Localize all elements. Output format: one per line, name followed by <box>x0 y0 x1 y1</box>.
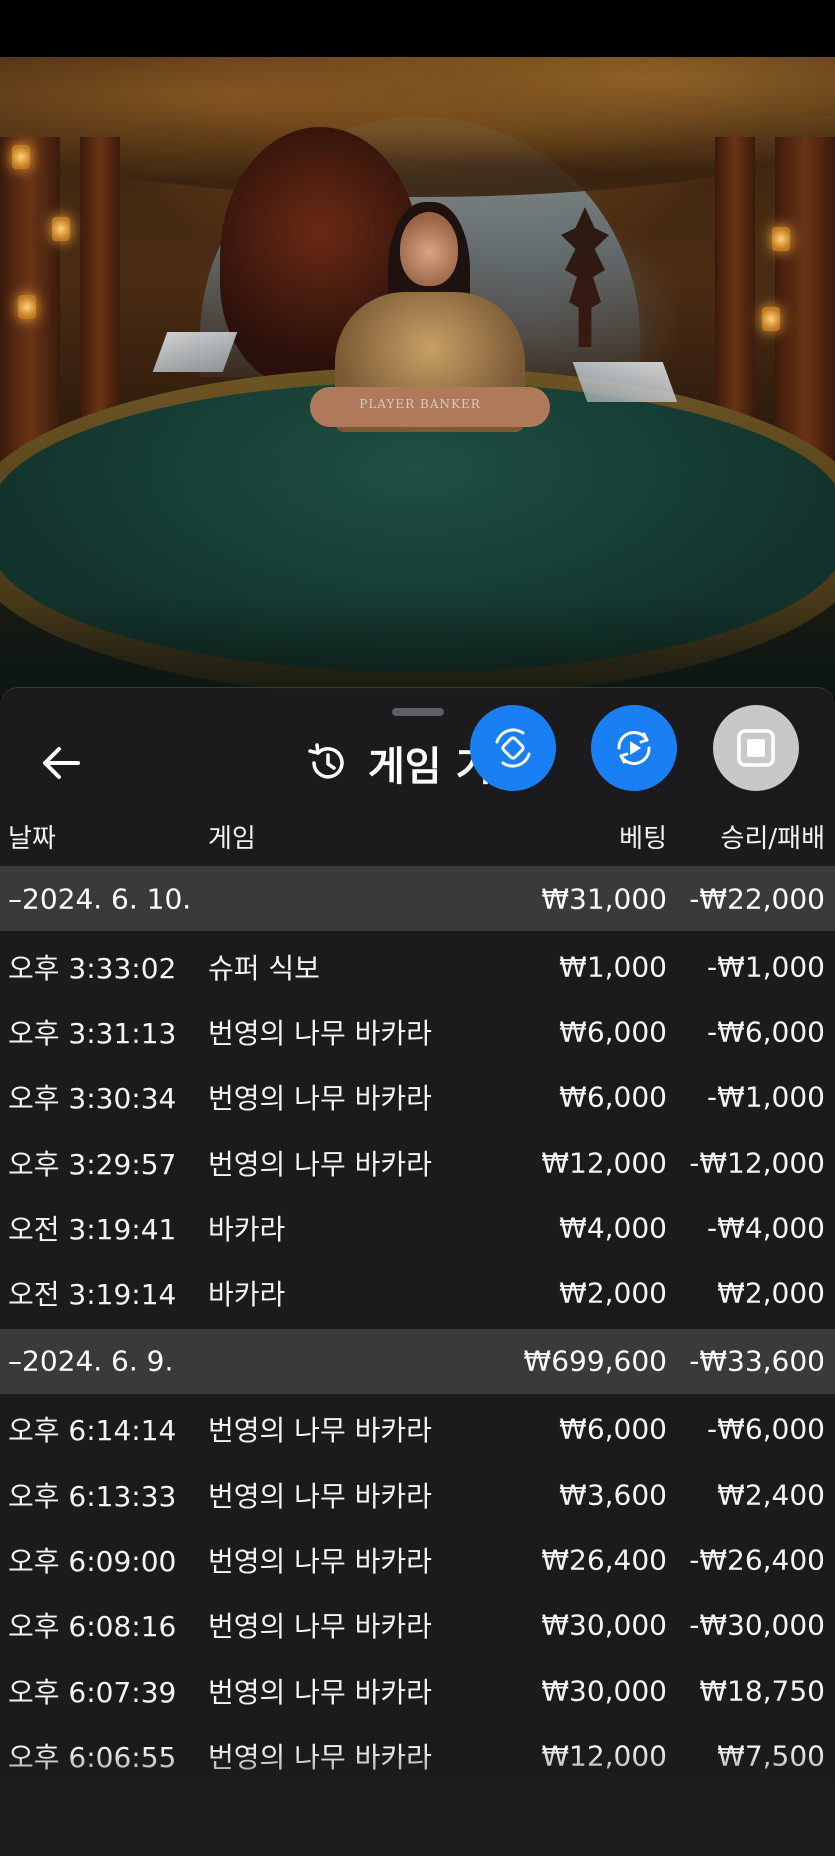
column-header-bet: 베팅 <box>619 824 667 854</box>
table-row[interactable]: 오후 3:33:02 슈퍼 식보 ₩1,000 -₩1,000 <box>0 934 835 999</box>
row-game: 바카라 <box>208 1212 286 1246</box>
game-history-panel: 게임 기록 날짜 게임 베팅 승리/패배 –2024. 6. 10. ₩31,0… <box>0 687 835 1856</box>
stop-button[interactable] <box>713 705 799 791</box>
card-shoe-left <box>152 332 238 372</box>
card-shoe-right <box>572 362 678 402</box>
row-time: 오후 6:07:39 <box>8 1675 177 1709</box>
row-time: 오후 3:31:13 <box>8 1016 177 1050</box>
row-time: 오후 6:06:55 <box>8 1740 177 1774</box>
row-result: -₩6,000 <box>707 1015 825 1049</box>
row-bet: ₩1,000 <box>559 950 667 984</box>
dealer-head <box>400 212 458 286</box>
lamp <box>52 217 70 241</box>
table-row[interactable]: 오후 3:29:57 번영의 나무 바카라 ₩12,000 -₩12,000 <box>0 1130 835 1195</box>
lamp <box>772 227 790 251</box>
row-game: 번영의 나무 바카라 <box>208 1479 432 1513</box>
row-result: ₩2,400 <box>717 1478 825 1512</box>
row-bet: ₩30,000 <box>541 1674 667 1708</box>
history-table-body: –2024. 6. 10. ₩31,000 -₩22,000 오후 3:33:0… <box>0 866 835 1792</box>
row-result: -₩6,000 <box>707 1412 825 1446</box>
row-result: ₩18,750 <box>699 1674 825 1708</box>
row-bet: ₩3,600 <box>559 1478 667 1512</box>
group-result-total: -₩22,000 <box>689 882 825 915</box>
row-game: 번영의 나무 바카라 <box>208 1740 432 1774</box>
arrow-left-icon <box>43 747 80 779</box>
row-time: 오전 3:19:14 <box>8 1278 177 1312</box>
scene-shade <box>0 597 835 697</box>
row-game: 번영의 나무 바카라 <box>208 1610 432 1644</box>
row-game: 번영의 나무 바카라 <box>208 1082 432 1116</box>
table-row[interactable]: 오후 6:08:16 번영의 나무 바카라 ₩30,000 -₩30,000 <box>0 1593 835 1658</box>
group-bet-total: ₩31,000 <box>541 882 667 915</box>
group-date: –2024. 6. 9. <box>8 1344 174 1378</box>
replay-play-icon <box>617 730 651 766</box>
row-result: ₩2,000 <box>717 1276 825 1310</box>
date-group-header[interactable]: –2024. 6. 9. ₩699,600 -₩33,600 <box>0 1328 835 1394</box>
column-header-result: 승리/패배 <box>720 824 825 854</box>
row-time: 오전 3:19:41 <box>8 1212 177 1246</box>
row-bet: ₩12,000 <box>541 1739 667 1773</box>
row-game: 바카라 <box>208 1278 286 1312</box>
date-group-header[interactable]: –2024. 6. 10. ₩31,000 -₩22,000 <box>0 866 835 931</box>
row-result: ₩7,500 <box>717 1739 825 1773</box>
row-result: -₩12,000 <box>689 1146 825 1180</box>
row-bet: ₩2,000 <box>559 1276 667 1310</box>
table-row[interactable]: 오후 6:06:55 번영의 나무 바카라 ₩12,000 ₩7,500 <box>0 1723 835 1788</box>
row-bet: ₩6,000 <box>559 1412 667 1446</box>
lamp <box>12 145 30 169</box>
lamp <box>18 295 36 319</box>
background-foliage <box>0 57 835 197</box>
row-time: 오후 3:29:57 <box>8 1147 177 1181</box>
row-game: 번영의 나무 바카라 <box>208 1675 432 1709</box>
table-row[interactable]: 오후 6:07:39 번영의 나무 바카라 ₩30,000 ₩18,750 <box>0 1658 835 1723</box>
swap-button[interactable] <box>470 705 556 791</box>
history-table-header: 날짜 게임 베팅 승리/패배 <box>0 796 835 866</box>
row-bet: ₩26,400 <box>541 1543 667 1577</box>
row-game: 번영의 나무 바카라 <box>208 1545 432 1579</box>
row-result: -₩1,000 <box>707 1080 825 1114</box>
table-row[interactable]: 오후 6:14:14 번영의 나무 바카라 ₩6,000 -₩6,000 <box>0 1397 835 1462</box>
drag-handle[interactable] <box>392 708 444 716</box>
column-header-game: 게임 <box>208 824 256 854</box>
table-felt-label: PLAYER BANKER <box>359 397 481 411</box>
row-result: -₩4,000 <box>707 1211 825 1245</box>
row-result: -₩30,000 <box>689 1608 825 1642</box>
row-bet: ₩30,000 <box>541 1608 667 1642</box>
lamp <box>762 307 780 331</box>
row-bet: ₩6,000 <box>559 1015 667 1049</box>
swap-rotate-icon <box>495 728 531 768</box>
row-time: 오후 3:33:02 <box>8 951 177 985</box>
history-clock-icon <box>308 743 344 779</box>
row-game: 슈퍼 식보 <box>208 951 320 985</box>
row-game: 번영의 나무 바카라 <box>208 1147 432 1181</box>
app-screen: PLAYER BANKER 게임 기록 날짜 게임 베팅 승리/패배 –2024… <box>0 0 835 1856</box>
row-bet: ₩6,000 <box>559 1080 667 1114</box>
row-time: 오후 6:09:00 <box>8 1545 177 1579</box>
stop-square-icon <box>737 729 775 767</box>
table-row[interactable]: 오전 3:19:41 바카라 ₩4,000 -₩4,000 <box>0 1195 835 1260</box>
row-bet: ₩4,000 <box>559 1211 667 1245</box>
table-row[interactable]: 오전 3:19:14 바카라 ₩2,000 ₩2,000 <box>0 1260 835 1325</box>
row-time: 오후 3:30:34 <box>8 1082 177 1116</box>
row-time: 오후 6:08:16 <box>8 1610 177 1644</box>
group-result-total: -₩33,600 <box>689 1344 825 1378</box>
row-time: 오후 6:13:33 <box>8 1479 177 1513</box>
table-row[interactable]: 오후 3:31:13 번영의 나무 바카라 ₩6,000 -₩6,000 <box>0 999 835 1064</box>
row-result: -₩1,000 <box>707 950 825 984</box>
row-time: 오후 6:14:14 <box>8 1414 177 1448</box>
table-row[interactable]: 오후 6:09:00 번영의 나무 바카라 ₩26,400 -₩26,400 <box>0 1527 835 1592</box>
column-header-date: 날짜 <box>8 824 56 854</box>
row-game: 번영의 나무 바카라 <box>208 1414 432 1448</box>
row-result: -₩26,400 <box>689 1543 825 1577</box>
row-bet: ₩12,000 <box>541 1146 667 1180</box>
table-row[interactable]: 오후 6:13:33 번영의 나무 바카라 ₩3,600 ₩2,400 <box>0 1462 835 1527</box>
table-row[interactable]: 오후 3:30:34 번영의 나무 바카라 ₩6,000 -₩1,000 <box>0 1065 835 1130</box>
live-dealer-video: PLAYER BANKER <box>0 57 835 697</box>
back-button[interactable] <box>36 738 86 788</box>
group-bet-total: ₩699,600 <box>523 1344 667 1378</box>
replay-button[interactable] <box>591 705 677 791</box>
group-date: –2024. 6. 10. <box>8 882 192 915</box>
background-pillar-right <box>775 137 835 467</box>
row-game: 번영의 나무 바카라 <box>208 1016 432 1050</box>
